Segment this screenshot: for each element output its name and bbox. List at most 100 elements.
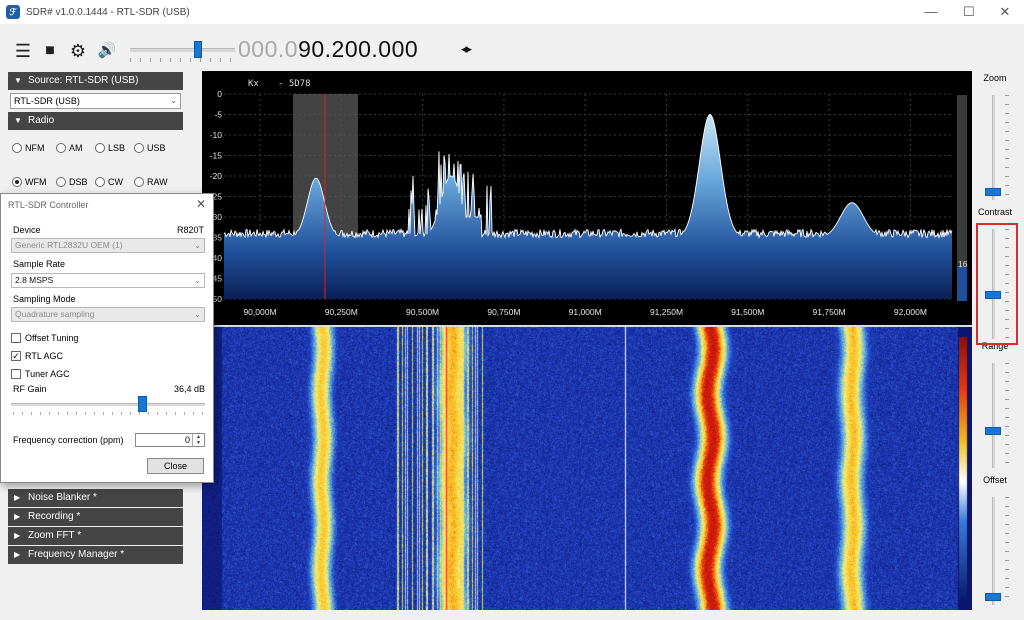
range-slider-thumb[interactable] [985,427,1001,435]
range-slider-track[interactable] [992,363,995,468]
waterfall-display[interactable] [202,327,972,610]
x-tick-label: 91,500M [731,307,764,317]
expand-triangle-icon: ▶ [14,493,21,502]
section-header-recording[interactable]: ▶ Recording * [8,508,183,526]
mode-label: AM [69,143,83,153]
offset-slider-thumb[interactable] [985,593,1001,601]
app-icon: ℱ [6,5,20,19]
mode-radio-cw[interactable]: CW [95,177,123,187]
section-label: Noise Blanker * [28,492,97,503]
section-header-noise-blanker[interactable]: ▶ Noise Blanker * [8,489,183,507]
chevron-down-icon: ⌄ [194,241,201,250]
rf-gain-slider-track[interactable] [11,403,205,406]
section-header-zoom-fft[interactable]: ▶ Zoom FFT * [8,527,183,545]
y-tick-label: 0 [217,89,222,99]
offset-tuning-checkbox-box[interactable] [11,333,21,343]
volume-slider-thumb[interactable] [194,41,203,58]
menu-icon[interactable]: ☰ [12,41,34,61]
rtl-agc-checkbox-box[interactable]: ✓ [11,351,21,361]
speaker-icon[interactable]: 🔊 [94,41,120,61]
mode-radio-nfm[interactable]: NFM [12,143,45,153]
spinner-arrows-icon[interactable]: ▲ ▼ [192,434,204,446]
mode-label: RAW [147,177,168,187]
sampling-mode-select: Quadrature sampling ⌄ [11,307,205,322]
minimize-button[interactable]: — [914,0,948,24]
section-header-frequency-manager[interactable]: ▶ Frequency Manager * [8,546,183,564]
x-tick-label: 90,750M [487,307,520,317]
rtl-agc-checkbox[interactable]: ✓ RTL AGC [11,351,63,361]
x-tick-label: 92,000M [894,307,927,317]
dialog-close-icon[interactable]: ✕ [196,197,206,211]
radio-button-icon[interactable] [95,177,105,187]
y-tick-label: -10 [210,130,223,140]
x-tick-label: 90,250M [325,307,358,317]
x-tick-label: 90,000M [243,307,276,317]
frequency-digits[interactable]: 90.200.000 [298,36,418,62]
volume-slider-track[interactable] [130,48,235,52]
level-readout: 16 [958,259,968,269]
rf-gain-slider-thumb[interactable] [138,396,147,412]
source-section-label: Source: RTL-SDR (USB) [28,75,139,86]
source-section-header[interactable]: ▼ Source: RTL-SDR (USB) [8,72,183,90]
chevron-down-icon: ⌄ [194,310,201,319]
level-meter-fill [957,267,967,301]
collapse-triangle-icon: ▼ [14,116,22,125]
dialog-title: RTL-SDR Controller [8,200,89,210]
radio-section-header[interactable]: ▼ Radio [8,112,183,130]
close-window-button[interactable]: ✕ [988,0,1022,24]
device-model: R820T [177,225,205,235]
radio-button-icon[interactable] [12,177,22,187]
close-button[interactable]: Close [147,458,204,474]
mode-label: WFM [25,177,47,187]
mode-radio-raw[interactable]: RAW [134,177,168,187]
radio-button-icon[interactable] [56,143,66,153]
gear-icon[interactable]: ⚙ [66,41,90,61]
radio-button-icon[interactable] [56,177,66,187]
frequency-leading-digits[interactable]: 000.0 [238,36,298,62]
radio-button-icon[interactable] [12,143,22,153]
device-label: Device [13,225,41,235]
radio-button-icon[interactable] [134,177,144,187]
x-tick-label: 91,250M [650,307,683,317]
zoom-slider-thumb[interactable] [985,188,1001,196]
sdrsharp-window: ℱ SDR# v1.0.0.1444 - RTL-SDR (USB) — ☐ ✕… [0,0,1024,620]
mode-radio-am[interactable]: AM [56,143,83,153]
offset-slider-track[interactable] [992,497,995,605]
section-label: Recording * [28,511,81,522]
expand-triangle-icon: ▶ [14,531,21,540]
contrast-label: Contrast [977,207,1012,217]
mode-radio-lsb[interactable]: LSB [95,143,125,153]
contrast-highlight-box [976,223,1018,345]
sample-rate-value: 2.8 MSPS [15,275,54,285]
frequency-display[interactable]: 000.090.200.000 [238,36,418,63]
y-tick-label: -20 [210,171,223,181]
x-tick-label: 91,750M [813,307,846,317]
mode-radio-wfm[interactable]: WFM [12,177,47,187]
offset-tuning-checkbox[interactable]: Offset Tuning [11,333,78,343]
device-select-value: Generic RTL2832U OEM (1) [15,240,123,250]
mode-radio-dsb[interactable]: DSB [56,177,88,187]
sample-rate-select[interactable]: 2.8 MSPS ⌄ [11,273,205,288]
range-slider-ticks [1005,363,1009,468]
zoom-slider-track[interactable] [992,95,995,200]
tuner-agc-label: Tuner AGC [25,369,70,379]
tuner-agc-checkbox-box[interactable] [11,369,21,379]
spectrum-analyzer[interactable]: Kx - 5D780-5-10-15-20-25-30-35-40-45-5090… [202,71,972,325]
frequency-correction-label: Frequency correction (ppm) [13,435,124,445]
tuner-agc-checkbox[interactable]: Tuner AGC [11,369,70,379]
radio-button-icon[interactable] [95,143,105,153]
stop-icon[interactable]: ■ [40,41,60,61]
zoom-slider-ticks [1005,95,1009,200]
mode-label: USB [147,143,166,153]
spectrum-header-b: - 5D78 [278,79,311,89]
maximize-button[interactable]: ☐ [952,0,986,24]
source-select[interactable]: RTL-SDR (USB) ⌄ [10,93,181,109]
y-tick-label: -5 [214,110,222,120]
mode-radio-usb[interactable]: USB [134,143,166,153]
spectrum-header-a: Kx [248,79,259,89]
radio-button-icon[interactable] [134,143,144,153]
sampling-mode-label: Sampling Mode [13,294,76,304]
collapse-triangle-icon: ▼ [14,76,22,85]
chevron-down-icon: ⌄ [170,96,177,105]
frequency-step-arrows-icon[interactable]: ◂▸ [461,41,472,57]
